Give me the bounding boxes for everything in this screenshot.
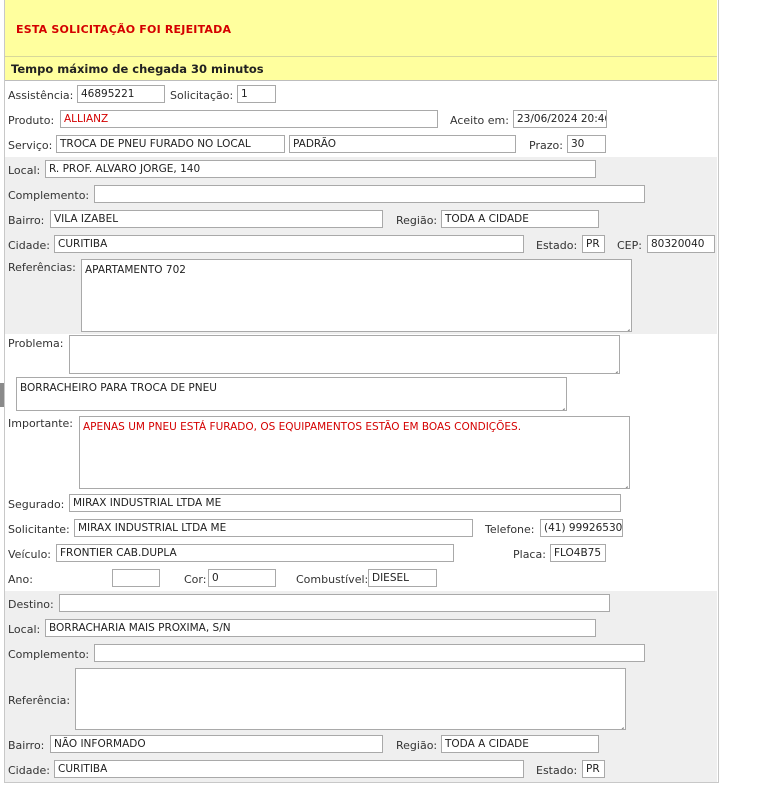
ano-field[interactable] bbox=[112, 569, 160, 587]
regiao-field[interactable]: TODA A CIDADE bbox=[441, 210, 599, 228]
resize-grip-icon[interactable] bbox=[616, 720, 624, 728]
placa-field[interactable]: FLO4B75 bbox=[550, 544, 606, 562]
destino-complemento-field[interactable] bbox=[94, 644, 645, 662]
solicitacao-label: Solicitação: bbox=[170, 89, 234, 102]
combustivel-field[interactable]: DIESEL bbox=[368, 569, 437, 587]
destino-referencia-label: Referência: bbox=[8, 694, 71, 707]
destino-cidade-field[interactable]: CURITIBA bbox=[54, 760, 524, 778]
destino-bairro-field[interactable]: NÃO INFORMADO bbox=[50, 735, 383, 753]
referencias-textarea[interactable]: APARTAMENTO 702 bbox=[81, 259, 632, 332]
destino-referencia-textarea[interactable] bbox=[75, 668, 626, 730]
status-banner: ESTA SOLICITAÇÃO FOI REJEITADA bbox=[5, 0, 717, 57]
complemento-field[interactable] bbox=[94, 185, 645, 203]
destino-field[interactable] bbox=[59, 594, 610, 612]
aceito-field[interactable]: 23/06/2024 20:46 bbox=[513, 110, 607, 128]
servico-label: Serviço: bbox=[8, 139, 53, 152]
resize-grip-icon[interactable] bbox=[620, 479, 628, 487]
prazo-label: Prazo: bbox=[529, 139, 563, 152]
problema-textarea[interactable] bbox=[69, 335, 620, 374]
estado-label: Estado: bbox=[536, 239, 578, 252]
local-field[interactable]: R. PROF. ALVARO JORGE, 140 bbox=[45, 160, 596, 178]
resize-grip-icon[interactable] bbox=[557, 401, 565, 409]
destino-regiao-label: Região: bbox=[396, 739, 438, 752]
destino-complemento-label: Complemento: bbox=[8, 648, 90, 661]
destino-local-field[interactable]: BORRACHARIA MAIS PROXIMA, S/N bbox=[45, 619, 596, 637]
cep-field[interactable]: 80320040 bbox=[647, 235, 715, 253]
solicitante-label: Solicitante: bbox=[8, 523, 70, 536]
bairro-label: Bairro: bbox=[8, 214, 45, 227]
side-marker bbox=[0, 383, 4, 407]
problema-desc-textarea[interactable]: BORRACHEIRO PARA TROCA DE PNEU bbox=[16, 377, 567, 411]
resize-grip-icon[interactable] bbox=[622, 322, 630, 330]
status-text: ESTA SOLICITAÇÃO FOI REJEITADA bbox=[16, 23, 232, 36]
time-text: Tempo máximo de chegada 30 minutos bbox=[11, 62, 264, 76]
veiculo-label: Veículo: bbox=[8, 548, 52, 561]
destino-regiao-field[interactable]: TODA A CIDADE bbox=[441, 735, 599, 753]
assistencia-field[interactable]: 46895221 bbox=[77, 85, 165, 103]
destino-local-label: Local: bbox=[8, 623, 41, 636]
resize-grip-icon[interactable] bbox=[610, 364, 618, 372]
produto-label: Produto: bbox=[8, 114, 55, 127]
time-bar: Tempo máximo de chegada 30 minutos bbox=[5, 57, 717, 81]
telefone-field[interactable]: (41) 999265305 bbox=[540, 519, 623, 537]
ano-label: Ano: bbox=[8, 573, 33, 586]
local-label: Local: bbox=[8, 164, 41, 177]
solicitacao-field[interactable]: 1 bbox=[237, 85, 276, 103]
destino-estado-label: Estado: bbox=[536, 764, 578, 777]
aceito-label: Aceito em: bbox=[450, 114, 509, 127]
assistencia-label: Assistência: bbox=[8, 89, 74, 102]
veiculo-field[interactable]: FRONTIER CAB.DUPLA bbox=[56, 544, 454, 562]
importante-textarea[interactable]: APENAS UM PNEU ESTÁ FURADO, OS EQUIPAMEN… bbox=[79, 416, 630, 489]
referencias-text: APARTAMENTO 702 bbox=[85, 264, 186, 276]
solicitante-field[interactable]: MIRAX INDUSTRIAL LTDA ME bbox=[74, 519, 473, 537]
problema-label: Problema: bbox=[8, 337, 64, 350]
prazo-field[interactable]: 30 bbox=[567, 135, 606, 153]
estado-field[interactable]: PR bbox=[582, 235, 605, 253]
produto-field[interactable]: ALLIANZ bbox=[60, 110, 438, 128]
telefone-label: Telefone: bbox=[485, 523, 535, 536]
problema-desc-text: BORRACHEIRO PARA TROCA DE PNEU bbox=[20, 382, 217, 394]
destino-estado-field[interactable]: PR bbox=[582, 760, 605, 778]
combustivel-label: Combustível: bbox=[296, 573, 369, 586]
regiao-label: Região: bbox=[396, 214, 438, 227]
referencias-label: Referências: bbox=[8, 261, 76, 274]
complemento-label: Complemento: bbox=[8, 189, 90, 202]
cidade-field[interactable]: CURITIBA bbox=[54, 235, 524, 253]
destino-label: Destino: bbox=[8, 598, 54, 611]
destino-cidade-label: Cidade: bbox=[8, 764, 50, 777]
cidade-label: Cidade: bbox=[8, 239, 50, 252]
servico-field[interactable]: TROCA DE PNEU FURADO NO LOCAL bbox=[56, 135, 285, 153]
importante-text: APENAS UM PNEU ESTÁ FURADO, OS EQUIPAMEN… bbox=[83, 421, 522, 433]
servico-tipo-field[interactable]: PADRÃO bbox=[289, 135, 516, 153]
importante-label: Importante: bbox=[8, 417, 74, 430]
segurado-field[interactable]: MIRAX INDUSTRIAL LTDA ME bbox=[69, 494, 621, 512]
destino-bairro-label: Bairro: bbox=[8, 739, 45, 752]
cor-label: Cor: bbox=[184, 573, 207, 586]
cep-label: CEP: bbox=[617, 239, 642, 252]
placa-label: Placa: bbox=[513, 548, 546, 561]
cor-field[interactable]: 0 bbox=[208, 569, 276, 587]
bairro-field[interactable]: VILA IZABEL bbox=[50, 210, 383, 228]
segurado-label: Segurado: bbox=[8, 498, 65, 511]
